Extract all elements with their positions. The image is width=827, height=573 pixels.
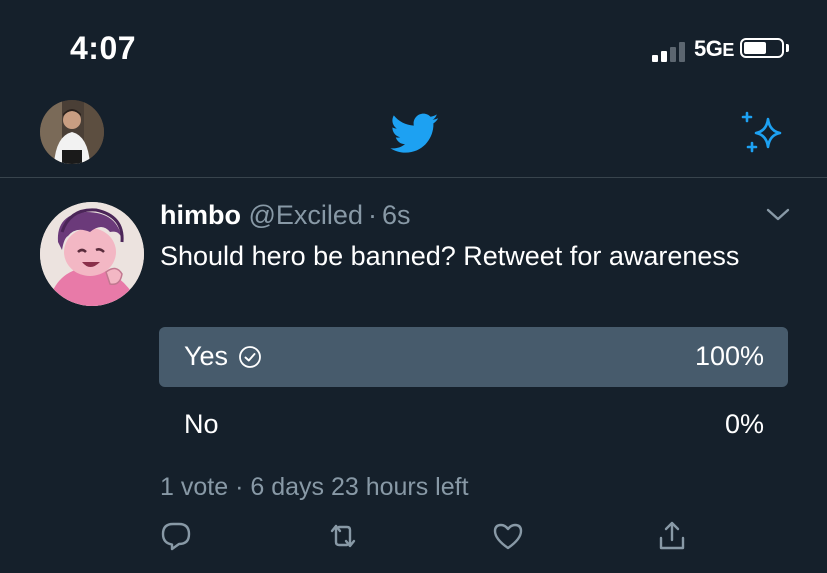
battery-icon <box>740 38 784 58</box>
poll-option-label: Yes <box>184 341 229 371</box>
poll-votes: 1 vote <box>160 473 229 501</box>
poll-option-yes[interactable]: Yes 100% <box>159 327 788 387</box>
poll-meta: 1 vote · 6 days 23 hours left <box>160 473 469 502</box>
share-icon[interactable] <box>654 518 690 554</box>
check-circle-icon <box>239 345 261 368</box>
poll-option-percent: 0% <box>724 409 764 439</box>
like-icon[interactable] <box>490 518 526 554</box>
battery-terminal <box>786 44 789 52</box>
poll-option-no[interactable]: No 0% <box>159 395 788 455</box>
poll-option-label-row: No <box>184 409 219 440</box>
poll-meta-separator: · <box>235 473 244 501</box>
status-bar: 4:07 5GE <box>0 0 827 100</box>
author-avatar[interactable] <box>40 202 144 306</box>
status-time: 4:07 <box>70 30 137 66</box>
retweet-icon[interactable] <box>325 518 361 554</box>
reply-icon[interactable] <box>158 518 194 554</box>
twitter-bird-icon[interactable] <box>386 109 444 157</box>
author-name[interactable]: himbo <box>160 200 241 230</box>
tweet[interactable]: himbo @Exciled · 6s Should hero be banned?… <box>0 178 827 573</box>
sparkle-icon[interactable] <box>738 107 790 159</box>
network-suffix: E <box>722 40 734 60</box>
tweet-text: Should hero be banned? Retweet for aware… <box>160 241 740 271</box>
poll-option-label-row: Yes <box>184 341 262 372</box>
tweet-header: himbo @Exciled · 6s <box>160 200 411 231</box>
tweet-time[interactable]: 6s <box>382 200 411 230</box>
network-indicator: 5GE <box>694 36 734 62</box>
profile-avatar[interactable] <box>40 100 104 164</box>
poll-time-left: 6 days 23 hours left <box>250 473 469 501</box>
header-separator: · <box>367 200 377 230</box>
top-nav <box>0 95 827 178</box>
chevron-down-icon[interactable] <box>764 204 792 224</box>
signal-strength-icon <box>652 40 685 62</box>
network-type: 5G <box>694 36 723 61</box>
author-handle[interactable]: @Exciled <box>249 200 363 230</box>
poll-option-label: No <box>184 409 219 439</box>
poll-option-percent: 100% <box>694 341 764 371</box>
tweet-actions <box>0 518 827 558</box>
